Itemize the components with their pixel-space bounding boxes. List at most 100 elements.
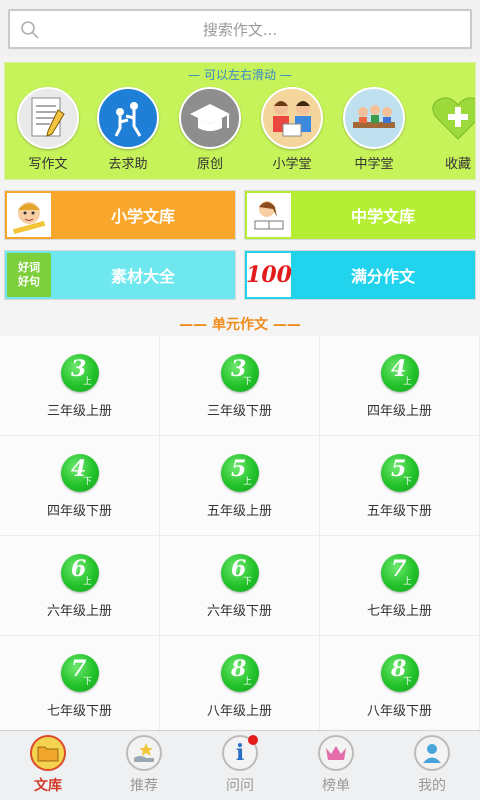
- grade-label: 八年级上册: [206, 704, 272, 719]
- grade-badge-icon: 5下: [381, 454, 419, 492]
- category-label: 写作文: [28, 157, 68, 172]
- nav-recommend[interactable]: 推荐: [96, 731, 192, 800]
- tile-label: 满分作文: [350, 267, 415, 286]
- heart-plus-icon: [427, 87, 475, 149]
- grade-item[interactable]: 8 上八年级上册: [160, 636, 320, 730]
- grade-item[interactable]: 4 上四年级上册: [320, 336, 480, 436]
- nav-ranking[interactable]: 榜单: [288, 731, 384, 800]
- score-100-badge: 100: [246, 253, 292, 297]
- search-bar: 搜索作文...: [0, 0, 480, 56]
- category-label: 原创: [196, 157, 223, 172]
- grade-badge-icon: 6上: [61, 554, 99, 592]
- grade-item[interactable]: 7 上七年级上册: [320, 536, 480, 636]
- badge-text: 100: [246, 262, 292, 288]
- tile-label: 中学文库: [350, 207, 415, 226]
- grade-label: 六年级上册: [46, 604, 112, 619]
- grade-term: 下: [243, 377, 253, 387]
- unit-essays-title: —— 单元作文 ——: [179, 317, 301, 333]
- grade-item[interactable]: 8 下八年级下册: [320, 636, 480, 730]
- grade-term: 上: [403, 377, 413, 387]
- category-help[interactable]: 去求助: [93, 87, 163, 172]
- tile-label: 素材大全: [110, 267, 175, 286]
- grade-badge-icon: 4上: [381, 354, 419, 392]
- grade-label: 五年级下册: [366, 504, 432, 519]
- nav-label: 榜单: [322, 778, 350, 794]
- grade-term: 下: [243, 577, 253, 587]
- badge-text: 好词好句: [18, 261, 40, 288]
- bottom-nav: 文库 推荐 i 问问 榜单 我的: [0, 730, 480, 800]
- category-label: 中学堂: [354, 157, 394, 172]
- primary-library-tile[interactable]: 小学文库: [4, 190, 236, 240]
- girl-reading-icon: [247, 193, 291, 237]
- grade-term: 上: [243, 477, 253, 487]
- grade-item[interactable]: 4 下四年级下册: [0, 436, 160, 536]
- grade-badge-icon: 4下: [61, 454, 99, 492]
- search-icon: [21, 21, 39, 39]
- category-label: 去求助: [108, 157, 148, 172]
- boy-with-pencil-icon: [7, 193, 51, 237]
- folder-icon: [30, 735, 66, 771]
- swipe-hint: — 可以左右滑动 —: [188, 68, 292, 82]
- grade-badge-icon: 7上: [381, 554, 419, 592]
- nav-ask[interactable]: i 问问: [192, 731, 288, 800]
- grade-label: 四年级上册: [366, 404, 432, 419]
- grade-label: 七年级下册: [46, 704, 112, 719]
- grade-term: 上: [83, 577, 93, 587]
- grade-term: 上: [83, 377, 93, 387]
- grade-grid: 3 上三年级上册 3 下三年级下册 4 上四年级上册 4 下四年级下册 5 上五年级上册 5 下五年级…: [0, 336, 480, 730]
- grade-label: 八年级下册: [366, 704, 432, 719]
- category-label: 小学堂: [272, 157, 312, 172]
- children-reading-icon: [261, 87, 323, 149]
- nav-profile[interactable]: 我的: [384, 731, 480, 800]
- grade-term: 上: [243, 677, 253, 687]
- hand-star-icon: [126, 735, 162, 771]
- grade-item[interactable]: 3 下三年级下册: [160, 336, 320, 436]
- grade-item[interactable]: 5 上五年级上册: [160, 436, 320, 536]
- crown-icon: [318, 735, 354, 771]
- grade-badge-icon: 8上: [221, 654, 259, 692]
- grade-item[interactable]: 6 上六年级上册: [0, 536, 160, 636]
- user-icon: [414, 735, 450, 771]
- good-words-badge: 好词好句: [7, 253, 51, 297]
- grade-label: 七年级上册: [366, 604, 432, 619]
- grade-label: 六年级下册: [206, 604, 272, 619]
- search-input[interactable]: 搜索作文...: [8, 9, 472, 49]
- full-score-tile[interactable]: 100 满分作文: [244, 250, 476, 300]
- grade-term: 上: [403, 577, 413, 587]
- category-original[interactable]: 原创: [175, 87, 245, 172]
- grade-badge-icon: 5上: [221, 454, 259, 492]
- grade-term: 下: [403, 477, 413, 487]
- category-carousel[interactable]: — 可以左右滑动 — 写作文 去求助 原创 小学堂 中学堂 收藏: [4, 62, 476, 180]
- grade-label: 三年级上册: [46, 404, 112, 419]
- nav-label: 文库: [34, 778, 62, 794]
- notification-dot: [248, 735, 258, 745]
- category-favorites[interactable]: 收藏: [423, 87, 475, 172]
- graduation-cap-icon: [179, 87, 241, 149]
- tile-label: 小学文库: [110, 207, 175, 226]
- classroom-students-icon: [343, 87, 405, 149]
- category-label: 收藏: [444, 157, 471, 172]
- middle-library-tile[interactable]: 中学文库: [244, 190, 476, 240]
- writing-paper-icon: [17, 87, 79, 149]
- grade-label: 三年级下册: [206, 404, 272, 419]
- grade-term: 下: [403, 677, 413, 687]
- materials-tile[interactable]: 好词好句 素材大全: [4, 250, 236, 300]
- grade-item[interactable]: 7 下七年级下册: [0, 636, 160, 730]
- grade-badge-icon: 7下: [61, 654, 99, 692]
- category-write[interactable]: 写作文: [13, 87, 83, 172]
- grade-label: 四年级下册: [46, 504, 112, 519]
- search-placeholder: 搜索作文...: [202, 20, 278, 39]
- category-primary-class[interactable]: 小学堂: [257, 87, 327, 172]
- helping-hand-icon: [97, 87, 159, 149]
- grade-badge-icon: 3下: [221, 354, 259, 392]
- nav-library[interactable]: 文库: [0, 731, 96, 800]
- grade-term: 下: [83, 477, 93, 487]
- grade-badge-icon: 6下: [221, 554, 259, 592]
- grade-item[interactable]: 5 下五年级下册: [320, 436, 480, 536]
- nav-label: 推荐: [130, 778, 158, 794]
- grade-term: 下: [83, 677, 93, 687]
- grade-item[interactable]: 6 下六年级下册: [160, 536, 320, 636]
- category-middle-class[interactable]: 中学堂: [339, 87, 409, 172]
- grade-item[interactable]: 3 上三年级上册: [0, 336, 160, 436]
- nav-label: 我的: [418, 778, 446, 794]
